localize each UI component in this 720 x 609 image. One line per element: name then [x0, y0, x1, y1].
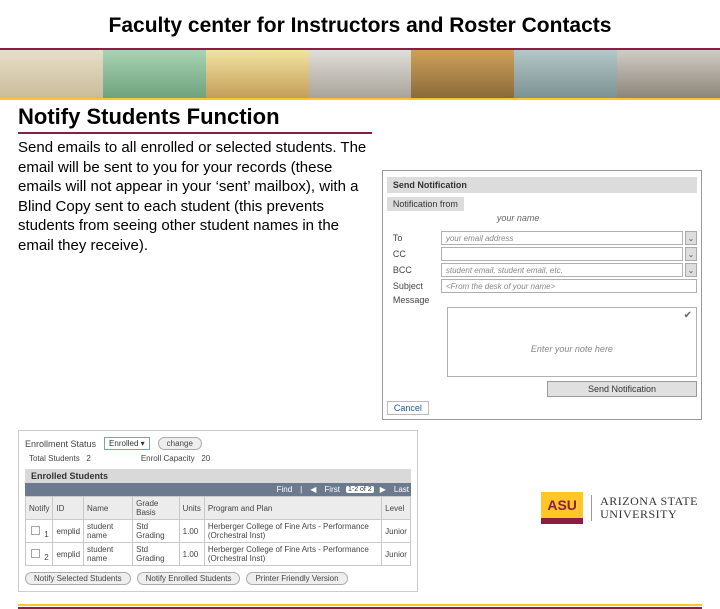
- to-expand-icon[interactable]: ⌄: [685, 231, 697, 245]
- enrolled-students-bar: Enrolled Students: [25, 469, 411, 483]
- th-name: Name: [84, 497, 133, 520]
- send-notification-panel: Send Notification Notification from your…: [382, 170, 702, 420]
- th-units: Units: [179, 497, 204, 520]
- cell-level: Junior: [382, 520, 411, 543]
- cell-level: Junior: [382, 543, 411, 566]
- notify-checkbox[interactable]: [31, 548, 40, 557]
- cell-name: student name: [84, 520, 133, 543]
- notify-enrolled-button[interactable]: Notify Enrolled Students: [137, 572, 241, 585]
- th-grade-basis: Grade Basis: [133, 497, 180, 520]
- enrollment-status-label: Enrollment Status: [25, 439, 96, 449]
- range-label: 1-2 of 2: [346, 486, 374, 493]
- bcc-label: BCC: [387, 265, 441, 275]
- last-link[interactable]: Last: [392, 485, 411, 494]
- printer-friendly-button[interactable]: Printer Friendly Version: [246, 572, 347, 585]
- section-heading: Notify Students Function: [18, 104, 372, 130]
- cell-program: Herberger College of Fine Arts - Perform…: [204, 543, 381, 566]
- spellcheck-icon[interactable]: ✔: [684, 310, 692, 321]
- cell-grade-basis: Std Grading: [133, 520, 180, 543]
- th-level: Level: [382, 497, 411, 520]
- bcc-expand-icon[interactable]: ⌄: [685, 263, 697, 277]
- th-id: ID: [53, 497, 84, 520]
- enroll-capacity-label: Enroll Capacity: [141, 454, 195, 463]
- notify-selected-button[interactable]: Notify Selected Students: [25, 572, 131, 585]
- cc-label: CC: [387, 249, 441, 259]
- asu-logo: ASU ARIZONA STATE UNIVERSITY: [541, 492, 698, 524]
- find-link[interactable]: Find: [275, 485, 295, 494]
- cell-id: emplid: [53, 520, 84, 543]
- asu-logo-mark: ASU: [541, 492, 583, 524]
- message-placeholder: Enter your note here: [448, 344, 696, 354]
- from-value: your name: [387, 211, 697, 229]
- cancel-button[interactable]: Cancel: [387, 401, 429, 415]
- roster-panel: Enrollment Status Enrolled ▾ change Tota…: [18, 430, 418, 592]
- subject-label: Subject: [387, 281, 441, 291]
- cc-expand-icon[interactable]: ⌄: [685, 247, 697, 261]
- total-students-label: Total Students: [29, 454, 80, 463]
- th-program: Program and Plan: [204, 497, 381, 520]
- subject-input[interactable]: <From the desk of your name>: [441, 279, 697, 293]
- cell-units: 1.00: [179, 543, 204, 566]
- change-button[interactable]: change: [158, 437, 202, 450]
- enroll-capacity-value: 20: [201, 454, 210, 463]
- footer-rule-gold: [18, 604, 702, 606]
- pager-first-icon[interactable]: ◀: [308, 485, 318, 494]
- cell-name: student name: [84, 543, 133, 566]
- first-link[interactable]: First: [322, 485, 342, 494]
- message-textarea[interactable]: ✔ Enter your note here: [447, 307, 697, 377]
- cell-grade-basis: Std Grading: [133, 543, 180, 566]
- to-input[interactable]: your email address: [441, 231, 683, 245]
- message-label: Message: [387, 295, 441, 305]
- table-row: 1 emplid student name Std Grading 1.00 H…: [26, 520, 411, 543]
- cell-id: emplid: [53, 543, 84, 566]
- panel-header: Send Notification: [387, 177, 697, 193]
- cell-units: 1.00: [179, 520, 204, 543]
- cc-input[interactable]: [441, 247, 683, 261]
- asu-logo-text: ARIZONA STATE UNIVERSITY: [591, 495, 698, 520]
- from-label: Notification from: [387, 197, 464, 211]
- page-title: Faculty center for Instructors and Roste…: [0, 0, 720, 48]
- bcc-input[interactable]: student email, student email, etc.: [441, 263, 683, 277]
- total-students-value: 2: [86, 454, 90, 463]
- notify-checkbox[interactable]: [31, 525, 40, 534]
- th-notify: Notify: [26, 497, 53, 520]
- table-row: 2 emplid student name Std Grading 1.00 H…: [26, 543, 411, 566]
- pager: Find| ◀ First 1-2 of 2 ▶ Last: [25, 483, 411, 496]
- to-label: To: [387, 233, 441, 243]
- heading-underline: [18, 132, 372, 134]
- send-notification-button[interactable]: Send Notification: [547, 381, 697, 397]
- cell-program: Herberger College of Fine Arts - Perform…: [204, 520, 381, 543]
- photo-banner: [0, 48, 720, 100]
- roster-table: Notify ID Name Grade Basis Units Program…: [25, 496, 411, 566]
- body-text: Send emails to all enrolled or selected …: [18, 138, 372, 255]
- enrollment-status-select[interactable]: Enrolled ▾: [104, 437, 150, 450]
- pager-last-icon[interactable]: ▶: [378, 485, 388, 494]
